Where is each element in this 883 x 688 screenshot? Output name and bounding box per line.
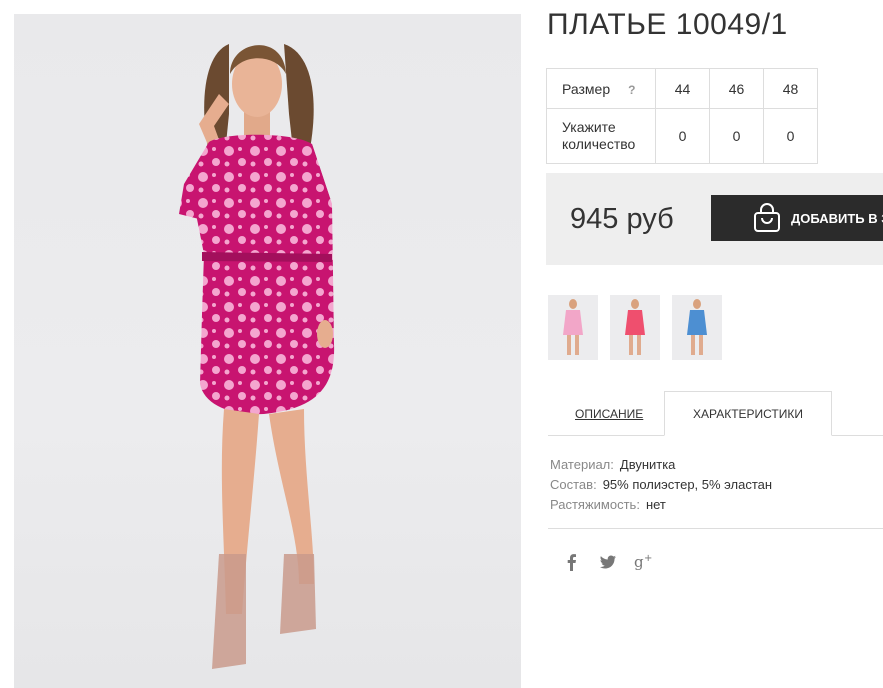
section-divider: [548, 528, 883, 529]
product-title: ПЛАТЬЕ 10049/1: [547, 8, 788, 41]
size-help-icon[interactable]: ?: [628, 83, 635, 97]
price-box: 945 руб ДОБАВИТЬ В ЗАКАЗ: [546, 173, 883, 265]
product-tabs: ОПИСАНИЕ ХАРАКТЕРИСТИКИ: [548, 391, 883, 436]
coral-dress-thumbnail-icon: [625, 299, 645, 355]
quantity-label-line1: Укажите: [562, 119, 616, 135]
product-photo[interactable]: [14, 14, 521, 688]
quantity-label-line2: количество: [562, 136, 636, 152]
spec-key: Материал:: [550, 457, 614, 472]
price: 945 руб: [570, 203, 674, 235]
size-label-cell: Размер?: [546, 68, 656, 109]
add-to-cart-button[interactable]: ДОБАВИТЬ В ЗАКАЗ: [711, 195, 883, 241]
quantity-48-input[interactable]: 0: [763, 108, 818, 164]
tab-description[interactable]: ОПИСАНИЕ: [575, 407, 643, 421]
spec-row-material: Материал: Двунитка: [550, 455, 772, 475]
quantity-44-input[interactable]: 0: [655, 108, 710, 164]
facebook-icon[interactable]: [562, 552, 582, 572]
svg-text:g: g: [634, 553, 644, 571]
blue-dress-thumbnail-icon: [687, 299, 707, 355]
spec-row-stretch: Растяжимость: нет: [550, 495, 772, 515]
spec-value: 95% полиэстер, 5% эластан: [602, 477, 773, 492]
thumbnail-blue[interactable]: [672, 295, 722, 360]
twitter-icon[interactable]: [598, 552, 618, 572]
spec-key: Растяжимость:: [550, 497, 640, 512]
size-48: 48: [763, 68, 818, 109]
tab-characteristics[interactable]: ХАРАКТЕРИСТИКИ: [664, 391, 832, 436]
pink-dress-thumbnail-icon: [563, 299, 583, 355]
size-46: 46: [709, 68, 764, 109]
quantity-label-cell: Укажите количество: [546, 108, 656, 164]
thumbnail-coral[interactable]: [610, 295, 660, 360]
thumbnail-pink[interactable]: [548, 295, 598, 360]
google-plus-icon[interactable]: g +: [634, 552, 654, 572]
model-illustration: [179, 44, 335, 669]
svg-text:+: +: [644, 553, 652, 564]
shopping-bag-icon: [753, 203, 781, 233]
spec-key: Состав:: [550, 477, 597, 492]
specs-list: Материал: Двунитка Состав: 95% полиэстер, …: [550, 455, 772, 515]
add-to-cart-label: ДОБАВИТЬ В ЗАКАЗ: [791, 210, 883, 226]
spec-value: нет: [645, 497, 666, 512]
size-label: Размер: [562, 80, 611, 97]
spec-value: Двунитка: [619, 457, 676, 472]
quantity-46-input[interactable]: 0: [709, 108, 764, 164]
size-quantity-table: Размер? 44 46 48 Укажите количество 0 0 …: [546, 68, 818, 164]
spec-row-composition: Состав: 95% полиэстер, 5% эластан: [550, 475, 772, 495]
size-44: 44: [655, 68, 710, 109]
